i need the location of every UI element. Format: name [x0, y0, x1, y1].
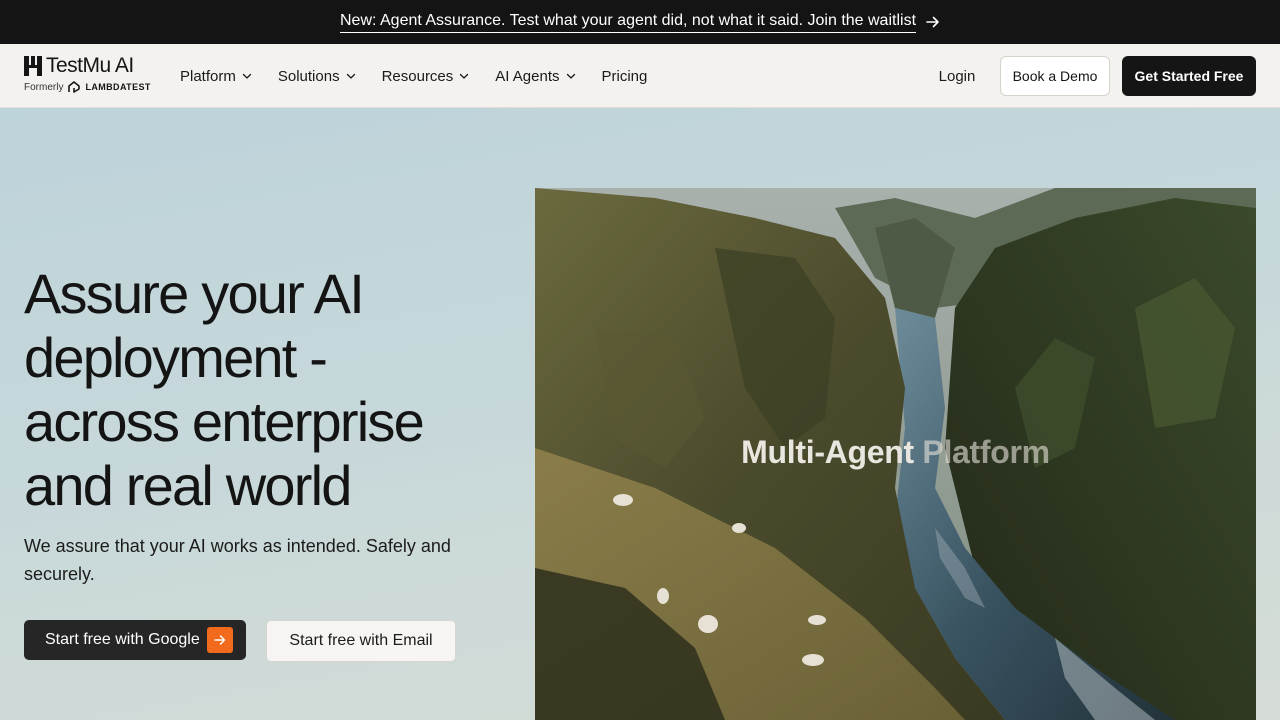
arrow-right-icon	[206, 627, 233, 653]
get-started-button[interactable]: Get Started Free	[1122, 56, 1256, 96]
hero-title-line: across enterprise	[24, 390, 425, 453]
nav-item-resources[interactable]: Resources	[382, 68, 470, 85]
hero-title-line: deployment -	[24, 326, 328, 389]
chevron-down-icon	[566, 73, 575, 79]
announcement-bar: New: Agent Assurance. Test what your age…	[0, 0, 1280, 44]
lambdatest-logo-icon	[68, 81, 81, 93]
main-menu: Platform Solutions Resources AI Agents P…	[180, 44, 673, 108]
announcement-link[interactable]: New: Agent Assurance. Test what your age…	[339, 12, 940, 33]
nav-item-label: Solutions	[277, 67, 340, 85]
hero-title: Assure your AI deployment - across enter…	[24, 262, 504, 518]
book-demo-button[interactable]: Book a Demo	[1000, 56, 1110, 96]
hero-image: Multi-Agent Platform	[535, 188, 1256, 720]
overlay-text-part1: Multi-Agent	[741, 434, 914, 470]
start-google-label: Start free with Google	[45, 631, 200, 648]
hero-subtitle: We assure that your AI works as intended…	[24, 536, 451, 584]
hero-title-line: Assure your AI	[24, 262, 365, 325]
nav-item-ai-agents[interactable]: AI Agents	[495, 68, 575, 85]
logo-formerly-row: Formerly LAMBDATEST	[24, 81, 156, 93]
nav-item-label: Platform	[180, 67, 236, 85]
announcement-text: New: Agent Assurance. Test what your age…	[339, 12, 917, 33]
logo[interactable]: TestMu AI Formerly LAMBDATEST	[24, 54, 156, 98]
hero-title-line: and real world	[24, 454, 352, 517]
nav-item-pricing[interactable]: Pricing	[602, 68, 648, 85]
logo-top: TestMu AI	[24, 54, 156, 78]
login-link[interactable]: Login	[930, 56, 984, 96]
nav-item-label: Pricing	[601, 67, 648, 85]
arrow-right-icon	[926, 16, 939, 28]
nav-item-label: Resources	[381, 67, 454, 85]
chevron-down-icon	[346, 73, 355, 79]
logo-formerly-label: Formerly	[24, 81, 64, 93]
testmu-logo-icon	[24, 56, 42, 76]
logo-former-brand: LAMBDATEST	[85, 82, 151, 92]
image-overlay-text: Multi-Agent Platform	[535, 434, 1256, 471]
nav-item-label: AI Agents	[495, 67, 560, 85]
hero-section: Assure your AI deployment - across enter…	[0, 108, 1280, 720]
nav-item-platform[interactable]: Platform	[180, 68, 252, 85]
nav-item-solutions[interactable]: Solutions	[278, 68, 356, 85]
logo-name: TestMu AI	[46, 54, 134, 77]
chevron-down-icon	[460, 73, 469, 79]
overlay-text-part2: Platform	[922, 434, 1050, 470]
start-google-button[interactable]: Start free with Google	[24, 620, 246, 660]
chevron-down-icon	[242, 73, 252, 79]
start-email-button[interactable]: Start free with Email	[266, 620, 456, 662]
top-nav: TestMu AI Formerly LAMBDATEST Platform S…	[0, 44, 1280, 108]
